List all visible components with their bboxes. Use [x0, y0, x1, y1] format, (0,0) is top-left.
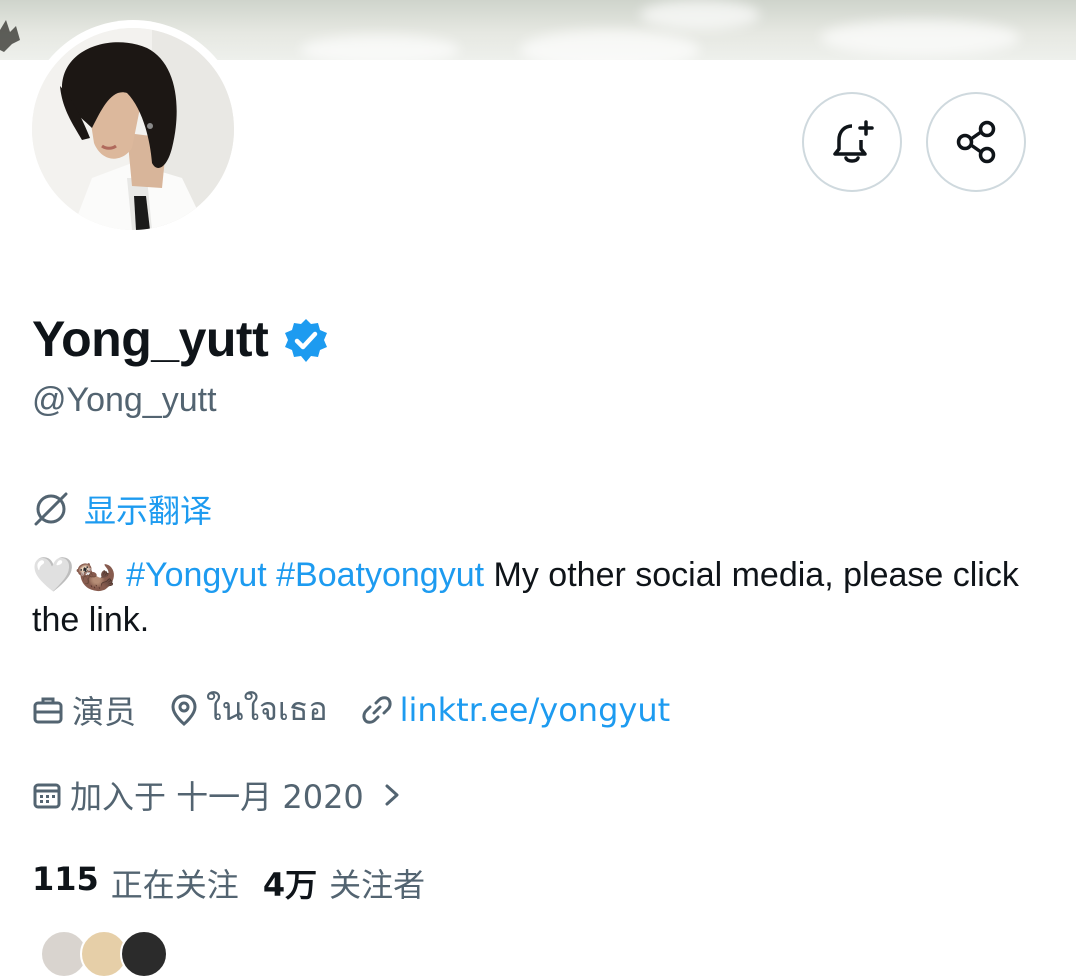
banner-tree-shape	[0, 20, 20, 52]
location-item: ในใจเธอ	[170, 684, 328, 735]
bio: 🤍🦦 #Yongyut #Boatyongyut My other social…	[32, 553, 1032, 643]
bell-plus-icon	[833, 120, 874, 163]
hashtag-boatyongyut[interactable]: #Boatyongyut	[276, 556, 484, 594]
followers-label: 关注者	[329, 866, 426, 904]
chevron-right-icon	[385, 784, 399, 806]
profile-meta: 演员 ในใจเธอ linktr.ee/yongyut	[32, 684, 704, 735]
name-row: Yong_yutt	[32, 310, 330, 368]
following-label: 正在关注	[110, 866, 239, 904]
following-stat[interactable]: 115 正在关注	[32, 860, 263, 906]
calendar-icon	[33, 783, 61, 809]
verified-badge-icon[interactable]	[282, 317, 330, 365]
username-handle: @Yong_yutt	[32, 381, 217, 419]
share-icon	[956, 120, 996, 164]
follow-stats: 115 正在关注 4万 关注者	[32, 860, 449, 906]
followed-by-avatars[interactable]	[40, 930, 168, 978]
followers-stat[interactable]: 4万 关注者	[263, 860, 449, 906]
follower-avatar	[120, 930, 168, 978]
avatar[interactable]	[32, 28, 234, 230]
website-url[interactable]: linktr.ee/yongyut	[400, 691, 671, 729]
location-label: ในใจเธอ	[206, 690, 328, 728]
display-name: Yong_yutt	[32, 311, 269, 367]
show-translation-button[interactable]: 显示翻译	[32, 486, 212, 532]
profession-item: 演员	[32, 687, 136, 733]
share-button[interactable]	[926, 92, 1026, 192]
followers-count: 4万	[262, 866, 318, 904]
notify-button[interactable]	[802, 92, 902, 192]
bio-emojis: 🤍🦦	[32, 556, 117, 594]
profession-label: 演员	[72, 692, 137, 731]
joined-label: 加入于 十一月 2020	[70, 778, 364, 816]
location-pin-icon	[171, 693, 197, 726]
link-icon	[361, 695, 392, 724]
joined-date[interactable]: 加入于 十一月 2020	[32, 772, 404, 818]
show-translation-label: 显示翻译	[84, 492, 213, 530]
website-link[interactable]: linktr.ee/yongyut	[361, 691, 671, 729]
profile-photo	[32, 28, 234, 230]
translate-icon	[34, 492, 68, 526]
following-count: 115	[32, 860, 99, 898]
hashtag-yongyut[interactable]: #Yongyut	[126, 556, 267, 594]
briefcase-icon	[33, 697, 63, 723]
